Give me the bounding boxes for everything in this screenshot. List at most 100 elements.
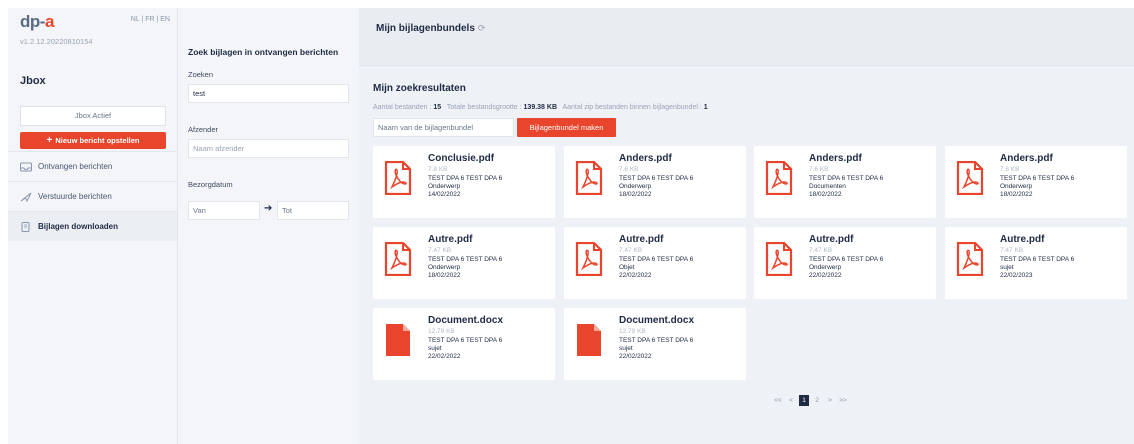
jbox-title: Jbox xyxy=(20,75,46,87)
file-size: 12.79 KB xyxy=(619,328,646,335)
file-meta: TEST DPA 6 TEST DPA 6 Onderwerp 14/02/2022 xyxy=(428,175,502,199)
file-date: 18/02/2022 xyxy=(428,272,461,279)
file-name[interactable]: Autre.pdf xyxy=(619,234,663,245)
pdf-file-icon xyxy=(765,161,793,195)
sidebar-item-downloads[interactable]: Bijlagen downloaden xyxy=(8,211,177,241)
file-date: 18/02/2022 xyxy=(619,191,652,198)
file-size: 7.47 KB xyxy=(1000,247,1024,254)
attachment-icon xyxy=(21,221,30,232)
file-name[interactable]: Conclusie.pdf xyxy=(428,153,494,164)
file-meta: TEST DPA 6 TEST DPA 6 Onderwerp 22/02/2022 xyxy=(809,256,883,280)
file-meta: TEST DPA 6 TEST DPA 6 sujet 22/02/2023 xyxy=(1000,256,1074,280)
file-size: 7.6 KB xyxy=(809,166,829,173)
next-page-button[interactable]: > xyxy=(825,395,835,406)
file-sender: TEST DPA 6 TEST DPA 6 xyxy=(619,175,694,182)
file-subject: sujet xyxy=(1000,264,1014,271)
pdf-file-icon xyxy=(956,161,984,195)
plus-icon: + xyxy=(46,135,53,146)
file-name[interactable]: Document.docx xyxy=(428,315,503,326)
file-subject: Objet xyxy=(619,264,635,271)
file-card[interactable]: Anders.pdf 7.6 KB TEST DPA 6 TEST DPA 6 Doc… xyxy=(754,146,936,218)
bundels-title: Mijn bijlagenbundels ⟳ xyxy=(376,23,486,34)
sidebar-item-sent[interactable]: Verstuurde berichten xyxy=(8,181,177,211)
file-date: 18/02/2022 xyxy=(809,191,842,198)
file-subject: Documenten xyxy=(809,183,846,190)
arrow-right-icon: ➔ xyxy=(264,203,273,214)
file-meta: TEST DPA 6 TEST DPA 6 sujet 22/02/2022 xyxy=(428,337,502,361)
date-from-input[interactable]: Van xyxy=(188,201,260,220)
search-input[interactable]: test xyxy=(188,84,349,103)
file-sender: TEST DPA 6 TEST DPA 6 xyxy=(809,256,884,263)
document-file-icon xyxy=(386,324,410,356)
file-name[interactable]: Autre.pdf xyxy=(1000,234,1044,245)
new-message-button[interactable]: + Nieuw bericht opstellen xyxy=(20,132,166,149)
file-sender: TEST DPA 6 TEST DPA 6 xyxy=(619,337,694,344)
refresh-icon[interactable]: ⟳ xyxy=(478,23,486,33)
file-date: 14/02/2022 xyxy=(428,191,461,198)
file-card[interactable]: Anders.pdf 7.6 KB TEST DPA 6 TEST DPA 6 Ond… xyxy=(564,146,746,218)
pdf-file-icon xyxy=(384,161,412,195)
lang-fr[interactable]: FR xyxy=(145,16,154,23)
file-card[interactable]: Autre.pdf 7.47 KB TEST DPA 6 TEST DPA 6 Ond… xyxy=(754,227,936,299)
lang-en[interactable]: EN xyxy=(160,16,170,23)
file-sender: TEST DPA 6 TEST DPA 6 xyxy=(428,175,503,182)
file-card[interactable]: Conclusie.pdf 7.8 KB TEST DPA 6 TEST DPA 6… xyxy=(373,146,555,218)
prev-page-button[interactable]: < xyxy=(786,395,796,406)
sidebar-item-received[interactable]: Ontvangen berichten xyxy=(8,151,177,181)
jbox-actief-button[interactable]: Jbox Actief xyxy=(20,106,166,126)
create-bundle-button[interactable]: Bijlagenbundel maken xyxy=(517,118,616,137)
app-logo[interactable]: dp-a xyxy=(20,12,54,32)
file-date: 22/02/2022 xyxy=(619,353,652,360)
file-subject: Onderwerp xyxy=(1000,183,1033,190)
page-1-button[interactable]: 1 xyxy=(799,395,809,406)
last-page-button[interactable]: >> xyxy=(838,395,848,406)
page-2-button[interactable]: 2 xyxy=(812,395,822,406)
file-name[interactable]: Anders.pdf xyxy=(1000,153,1053,164)
file-subject: Onderwerp xyxy=(428,183,461,190)
file-date: 22/02/2022 xyxy=(428,353,461,360)
date-to-input[interactable]: Tot xyxy=(277,201,349,220)
sidebar: dp-a NL | FR | EN v1.2.12.20220810154 Jb… xyxy=(8,8,178,444)
sender-input[interactable]: Naam afzender xyxy=(188,139,349,158)
file-card[interactable]: Document.docx 12.79 KB TEST DPA 6 TEST DPA… xyxy=(373,308,555,380)
pdf-file-icon xyxy=(575,161,603,195)
file-card[interactable]: Document.docx 12.79 KB TEST DPA 6 TEST DPA… xyxy=(564,308,746,380)
file-subject: sujet xyxy=(619,345,633,352)
file-sender: TEST DPA 6 TEST DPA 6 xyxy=(1000,256,1075,263)
file-date: 22/02/2022 xyxy=(809,272,842,279)
file-meta: TEST DPA 6 TEST DPA 6 Onderwerp 18/02/2022 xyxy=(619,175,693,199)
file-name[interactable]: Autre.pdf xyxy=(809,234,853,245)
filters-title: Zoek bijlagen in ontvangen berichten xyxy=(188,47,339,57)
file-card[interactable]: Anders.pdf 7.6 KB TEST DPA 6 TEST DPA 6 Ond… xyxy=(945,146,1127,218)
bundle-name-input[interactable]: Naam van de bijlagenbundel xyxy=(373,118,514,137)
language-switcher: NL | FR | EN xyxy=(130,16,170,23)
file-size: 12.79 KB xyxy=(428,328,455,335)
pdf-file-icon xyxy=(384,242,412,276)
sender-label: Afzender xyxy=(188,125,219,134)
first-page-button[interactable]: << xyxy=(773,395,783,406)
file-subject: Onderwerp xyxy=(619,183,652,190)
file-sender: TEST DPA 6 TEST DPA 6 xyxy=(428,256,503,263)
file-name[interactable]: Autre.pdf xyxy=(428,234,472,245)
lang-nl[interactable]: NL xyxy=(131,16,140,23)
file-name[interactable]: Document.docx xyxy=(619,315,694,326)
file-size: 7.47 KB xyxy=(619,247,643,254)
send-icon xyxy=(20,192,32,202)
file-name[interactable]: Anders.pdf xyxy=(619,153,672,164)
pdf-file-icon xyxy=(765,242,793,276)
file-sender: TEST DPA 6 TEST DPA 6 xyxy=(428,337,503,344)
file-date: 22/02/2022 xyxy=(619,272,652,279)
zip-count: 1 xyxy=(703,104,708,111)
file-meta: TEST DPA 6 TEST DPA 6 Documenten 18/02/202… xyxy=(809,175,883,199)
results-title: Mijn zoekresultaten xyxy=(373,83,466,94)
search-filters: Zoek bijlagen in ontvangen berichten Zoe… xyxy=(178,8,359,444)
file-card[interactable]: Autre.pdf 7.47 KB TEST DPA 6 TEST DPA 6 Ond… xyxy=(373,227,555,299)
bundels-header: Mijn bijlagenbundels ⟳ xyxy=(359,8,1134,66)
file-card[interactable]: Autre.pdf 7.47 KB TEST DPA 6 TEST DPA 6 Obj… xyxy=(564,227,746,299)
file-size: 7.8 KB xyxy=(428,166,448,173)
file-card[interactable]: Autre.pdf 7.47 KB TEST DPA 6 TEST DPA 6 suj… xyxy=(945,227,1127,299)
results-stats: Aantal bestanden : 15 Totale bestandsgro… xyxy=(373,104,708,111)
total-size: 139.38 KB xyxy=(523,104,557,111)
file-name[interactable]: Anders.pdf xyxy=(809,153,862,164)
file-size: 7.47 KB xyxy=(809,247,833,254)
